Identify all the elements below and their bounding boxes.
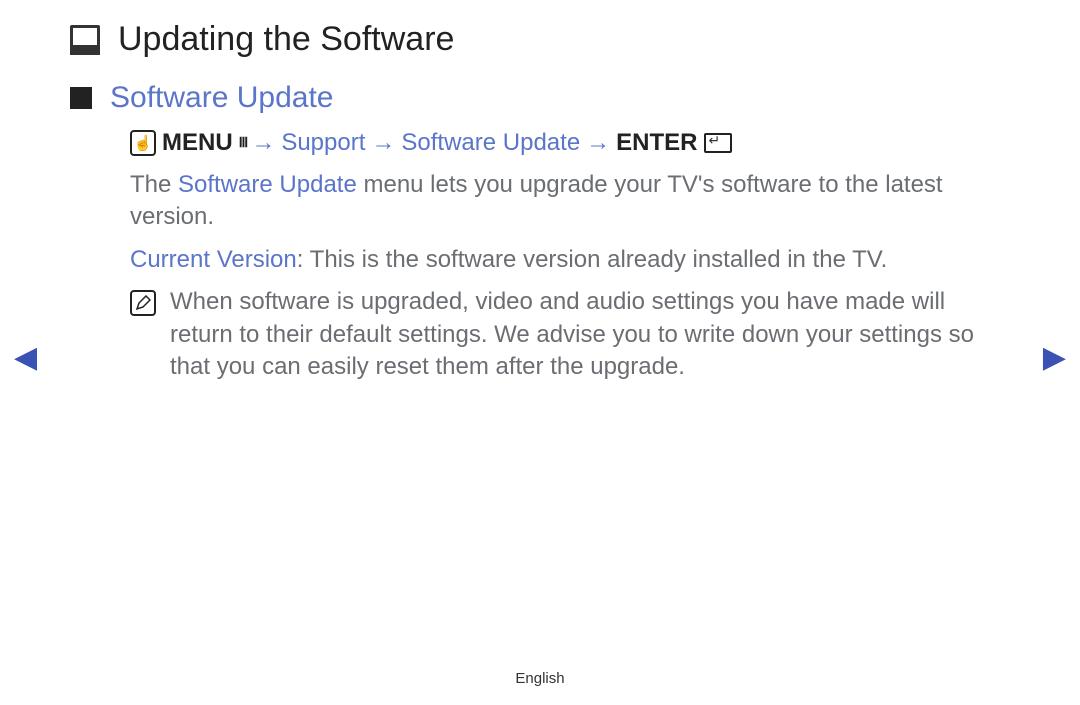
menu-path: ☝ MENU Ⅲ → Support → Software Update → EN… [130,129,1010,157]
path-software-update: Software Update [401,129,580,157]
path-support: Support [281,129,365,157]
nav-next-button[interactable]: ▶ [1043,340,1066,375]
chapter-title-row: Updating the Software [70,20,1010,59]
note-text: When software is upgraded, video and aud… [170,286,1010,383]
path-arrow-3: → [586,129,610,157]
note-paragraph: When software is upgraded, video and aud… [130,286,1010,383]
path-arrow-1: → [251,129,275,157]
section-bullet-icon [70,87,92,109]
current-version-text: : This is the software version already i… [297,246,888,273]
chapter-icon [70,25,100,55]
description-paragraph: The Software Update menu lets you upgrad… [130,169,1010,234]
hand-pointer-icon: ☝ [130,130,156,156]
section-title: Software Update [110,81,333,115]
path-arrow-2: → [371,129,395,157]
current-version-label: Current Version [130,246,297,273]
menu-label: MENU [162,129,233,157]
footer-language: English [0,670,1080,687]
section-title-row: Software Update [70,81,1010,115]
enter-label: ENTER [616,129,697,157]
para1-prefix: The [130,171,178,198]
para1-highlight: Software Update [178,171,357,198]
nav-previous-button[interactable]: ◀ [14,340,37,375]
enter-button-icon [704,133,732,153]
chapter-title: Updating the Software [118,20,454,59]
current-version-paragraph: Current Version: This is the software ve… [130,244,1010,276]
note-pencil-icon [130,290,156,316]
menu-button-icon: Ⅲ [239,134,246,151]
